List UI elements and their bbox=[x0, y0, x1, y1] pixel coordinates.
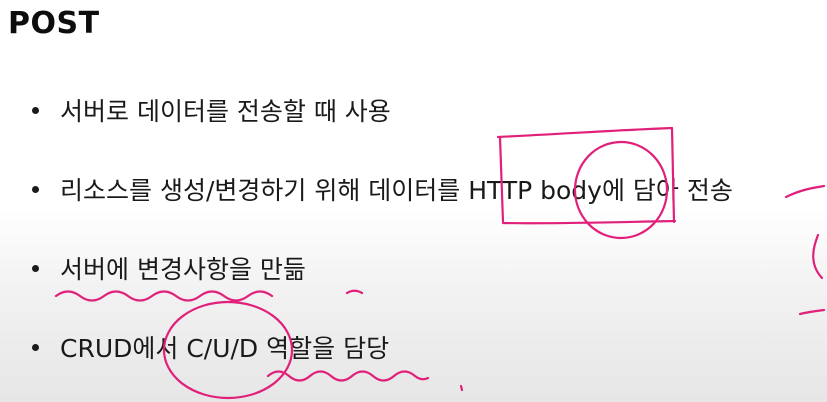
bullet-list: 서버로 데이터를 전송할 때 사용 리소스를 생성/변경하기 위해 데이터를 H… bbox=[0, 0, 827, 402]
bullet-item: 서버에 변경사항을 만듦 bbox=[32, 250, 306, 286]
bullet-dot-icon bbox=[32, 185, 39, 193]
bullet-dot-icon bbox=[32, 106, 39, 114]
bullet-text: CRUD에서 C/U/D 역할을 담당 bbox=[60, 334, 390, 363]
bullet-item: CRUD에서 C/U/D 역할을 담당 bbox=[32, 329, 389, 365]
bullet-dot-icon bbox=[32, 264, 39, 272]
bullet-item: 리소스를 생성/변경하기 위해 데이터를 HTTP body에 담아 전송 bbox=[32, 171, 733, 207]
bullet-dot-icon bbox=[32, 343, 39, 351]
bullet-text: 서버에 변경사항을 만듦 bbox=[60, 255, 306, 284]
bullet-text: 리소스를 생성/변경하기 위해 데이터를 HTTP body에 담아 전송 bbox=[60, 176, 733, 205]
bullet-text: 서버로 데이터를 전송할 때 사용 bbox=[60, 97, 391, 126]
bullet-item: 서버로 데이터를 전송할 때 사용 bbox=[32, 92, 391, 128]
